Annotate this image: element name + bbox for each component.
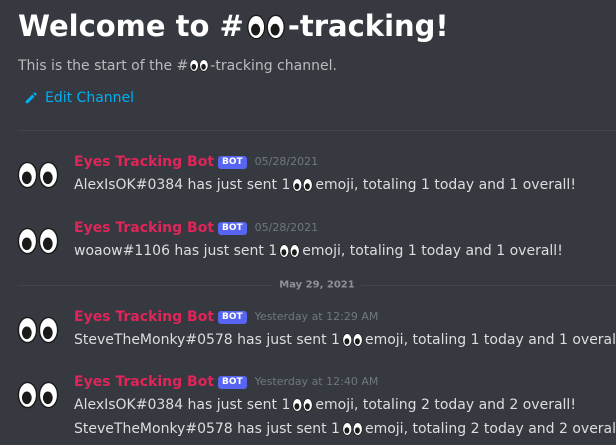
welcome-divider (18, 130, 616, 131)
bot-avatar[interactable] (17, 316, 59, 344)
message-text-before: AlexIsOK#0384 has just sent 1 (74, 177, 291, 193)
eyes-emoji-icon (292, 398, 313, 412)
message-text-after: emoji, totaling 1 today and 1 overall! (315, 177, 576, 193)
eyes-emoji-icon (342, 422, 363, 436)
bot-tag: BOT (218, 221, 247, 235)
welcome-description: This is the start of the # -tracking chan… (18, 56, 337, 76)
message-content: SteveTheMonky#0578 has just sent 1 emoji… (74, 329, 616, 351)
eyes-emoji-icon (292, 178, 313, 192)
message-text-after: emoji, totaling 2 today and 2 overall! (364, 421, 616, 437)
welcome-title-prefix: Welcome to # (18, 9, 244, 43)
bot-tag: BOT (218, 375, 247, 389)
date-divider-label: May 29, 2021 (273, 278, 361, 292)
message-text-before: SteveTheMonky#0578 has just sent 1 (74, 421, 340, 437)
message-text-before: woaow#1106 has just sent 1 (74, 243, 278, 259)
date-divider: May 29, 2021 (18, 278, 616, 292)
edit-channel-button[interactable]: Edit Channel (24, 88, 134, 108)
channel-view: Welcome to # -tracking! This is the start… (0, 0, 616, 445)
message-content: SteveTheMonky#0578 has just sent 1 emoji… (74, 418, 616, 440)
message-text-after: emoji, totaling 2 today and 2 overall! (315, 397, 576, 413)
pencil-icon (25, 92, 37, 104)
bot-tag: BOT (218, 310, 247, 324)
message-text-before: AlexIsOK#0384 has just sent 1 (74, 397, 291, 413)
bot-avatar[interactable] (17, 381, 59, 409)
username[interactable]: Eyes Tracking Bot (74, 152, 214, 172)
bot-avatar[interactable] (17, 161, 59, 189)
timestamp: 05/28/2021 (254, 155, 319, 168)
username[interactable]: Eyes Tracking Bot (74, 307, 214, 327)
message-header: Eyes Tracking Bot BOT Yesterday at 12:29… (74, 307, 378, 327)
message-header: Eyes Tracking Bot BOT Yesterday at 12:40… (74, 372, 378, 392)
edit-channel-label: Edit Channel (45, 90, 135, 106)
welcome-title: Welcome to # -tracking! (18, 6, 449, 46)
message-content: woaow#1106 has just sent 1 emoji, totali… (74, 240, 563, 262)
username[interactable]: Eyes Tracking Bot (74, 372, 214, 392)
welcome-title-suffix: -tracking! (287, 9, 449, 43)
bot-avatar[interactable] (17, 227, 59, 255)
welcome-desc-prefix: This is the start of the # (18, 58, 189, 74)
message-text-after: emoji, totaling 1 today and 1 overall! (302, 243, 563, 259)
message-content: AlexIsOK#0384 has just sent 1 emoji, tot… (74, 174, 576, 196)
welcome-desc-suffix: -tracking channel. (210, 58, 337, 74)
timestamp: Yesterday at 12:40 AM (254, 375, 379, 388)
timestamp: Yesterday at 12:29 AM (254, 310, 379, 323)
bot-tag: BOT (218, 155, 247, 169)
message-header: Eyes Tracking Bot BOT 05/28/2021 (74, 152, 318, 172)
message-content: AlexIsOK#0384 has just sent 1 emoji, tot… (74, 394, 576, 416)
eyes-emoji-icon (279, 244, 300, 258)
eyes-emoji-icon (246, 14, 286, 40)
message-text-after: emoji, totaling 1 today and 1 overall! (364, 332, 616, 348)
timestamp: 05/28/2021 (254, 221, 319, 234)
message-text-before: SteveTheMonky#0578 has just sent 1 (74, 332, 340, 348)
eyes-emoji-icon (189, 59, 209, 72)
message-header: Eyes Tracking Bot BOT 05/28/2021 (74, 218, 318, 238)
eyes-emoji-icon (342, 333, 363, 347)
username[interactable]: Eyes Tracking Bot (74, 218, 214, 238)
